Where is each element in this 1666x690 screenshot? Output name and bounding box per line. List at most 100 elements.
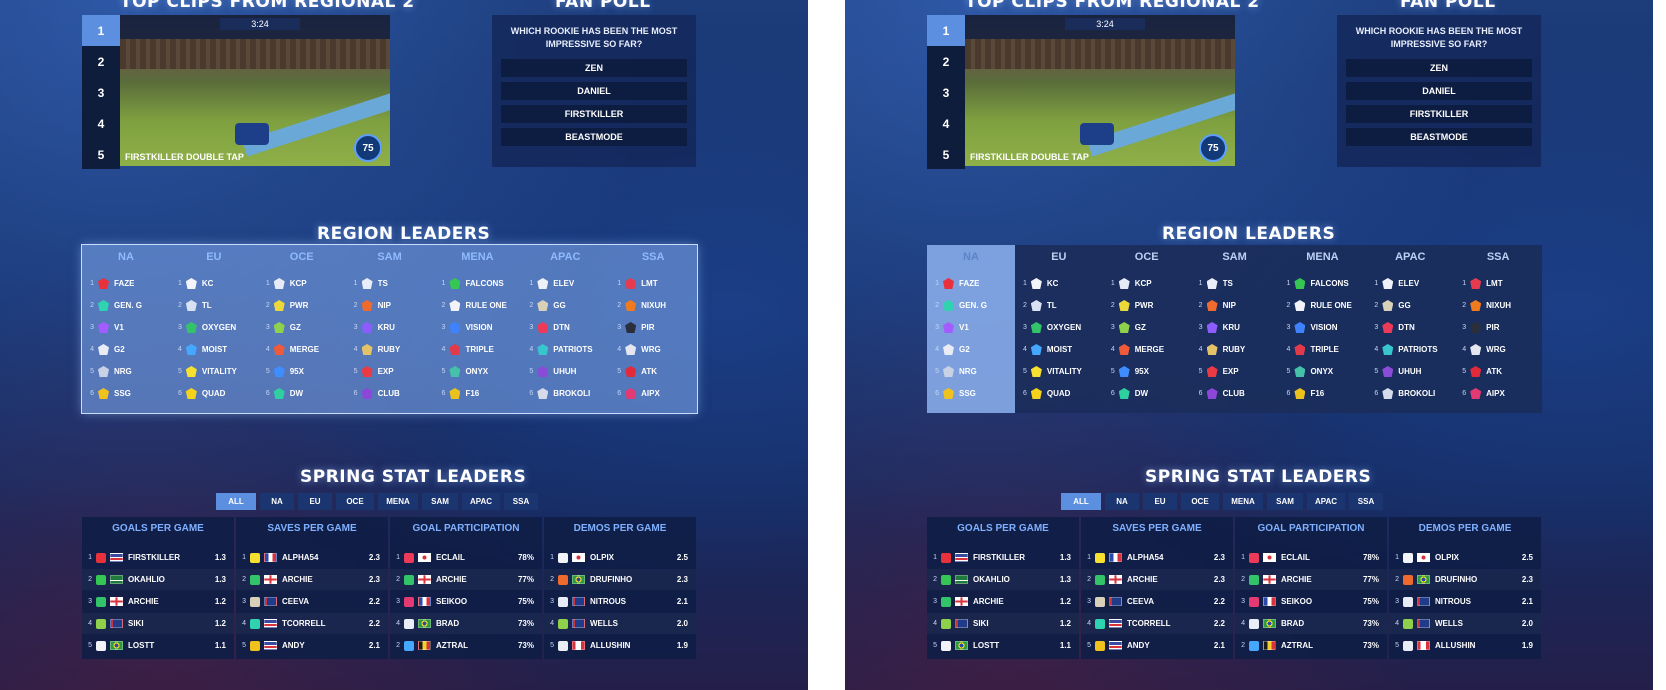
stat-row[interactable]: 2 ARCHIE 77% [390, 569, 542, 590]
filter-oce[interactable]: OCE [336, 493, 374, 510]
team-row[interactable]: 6 DW [258, 383, 346, 404]
stat-row[interactable]: 3 NITROUS 2.1 [1389, 591, 1541, 612]
team-row[interactable]: 4 WRG [609, 339, 697, 360]
team-row[interactable]: 3 OXYGEN [1015, 317, 1103, 338]
clip-item[interactable]: 5 [82, 139, 120, 170]
team-row[interactable]: 4 MOIST [1015, 339, 1103, 360]
stat-row[interactable]: 3 ARCHIE 1.2 [927, 591, 1079, 612]
region-col-apac[interactable]: APAC 1 ELEV 2 GG 3 DTN 4 PATRIOTS 5 UHUH 6 BROKOLI [521, 245, 610, 413]
stat-row[interactable]: 4 BRAD 73% [1235, 613, 1387, 634]
team-row[interactable]: 2 TL [170, 295, 258, 316]
region-header[interactable]: APAC [521, 251, 609, 263]
poll-option[interactable]: BEASTMODE [501, 128, 687, 146]
team-row[interactable]: 2 TL [1015, 295, 1103, 316]
stat-row[interactable]: 3 NITROUS 2.1 [544, 591, 696, 612]
region-header[interactable]: MENA [1278, 251, 1366, 263]
team-row[interactable]: 6 SSG [82, 383, 170, 404]
region-header[interactable]: NA [927, 251, 1015, 263]
team-row[interactable]: 2 GG [1366, 295, 1454, 316]
team-row[interactable]: 2 RULE ONE [1278, 295, 1366, 316]
stat-row[interactable]: 5 ANDY 2.1 [236, 635, 388, 656]
team-row[interactable]: 6 CLUB [346, 383, 434, 404]
team-row[interactable]: 4 WRG [1454, 339, 1542, 360]
region-col-sam[interactable]: SAM 1 TS 2 NIP 3 KRU 4 RUBY 5 EXP 6 CLUB [345, 245, 434, 413]
team-row[interactable]: 2 NIP [346, 295, 434, 316]
team-row[interactable]: 1 TS [346, 273, 434, 294]
stat-row[interactable]: 3 CEEVA 2.2 [236, 591, 388, 612]
stat-row[interactable]: 3 CEEVA 2.2 [1081, 591, 1233, 612]
team-row[interactable]: 4 MERGE [1103, 339, 1191, 360]
team-row[interactable]: 3 DTN [521, 317, 609, 338]
team-row[interactable]: 5 ONYX [1278, 361, 1366, 382]
stat-row[interactable]: 5 ALLUSHIN 1.9 [1389, 635, 1541, 656]
stat-row[interactable]: 4 TCORRELL 2.2 [1081, 613, 1233, 634]
team-row[interactable]: 3 VISION [433, 317, 521, 338]
region-header[interactable]: SAM [1191, 251, 1279, 263]
stat-row[interactable]: 1 OLPIX 2.5 [544, 547, 696, 568]
team-row[interactable]: 2 NIXUH [609, 295, 697, 316]
team-row[interactable]: 2 NIXUH [1454, 295, 1542, 316]
filter-oce[interactable]: OCE [1181, 493, 1219, 510]
stat-row[interactable]: 4 BRAD 73% [390, 613, 542, 634]
region-col-na[interactable]: NA 1 FAZE 2 GEN. G 3 V1 4 G2 5 NRG 6 SSG [82, 245, 170, 413]
team-row[interactable]: 5 ATK [1454, 361, 1542, 382]
team-row[interactable]: 2 GG [521, 295, 609, 316]
region-col-eu[interactable]: EU 1 KC 2 TL 3 OXYGEN 4 MOIST 5 VITALITY 6 QUAD [169, 245, 258, 413]
region-header[interactable]: EU [170, 251, 258, 263]
team-row[interactable]: 4 RUBY [1191, 339, 1279, 360]
team-row[interactable]: 3 PIR [1454, 317, 1542, 338]
region-header[interactable]: OCE [258, 251, 346, 263]
team-row[interactable]: 6 QUAD [170, 383, 258, 404]
team-row[interactable]: 1 FAZE [82, 273, 170, 294]
poll-option[interactable]: DANIEL [501, 82, 687, 100]
filter-all[interactable]: ALL [1061, 493, 1101, 510]
team-row[interactable]: 6 AIPX [1454, 383, 1542, 404]
filter-sam[interactable]: SAM [1267, 493, 1303, 510]
region-col-mena[interactable]: MENA 1 FALCONS 2 RULE ONE 3 VISION 4 TRIPLE 5 ONYX… [433, 245, 522, 413]
team-row[interactable]: 4 TRIPLE [1278, 339, 1366, 360]
team-row[interactable]: 3 V1 [927, 317, 1015, 338]
poll-option[interactable]: DANIEL [1346, 82, 1532, 100]
region-header[interactable]: OCE [1103, 251, 1191, 263]
clip-item[interactable]: 2 [927, 46, 965, 77]
stat-row[interactable]: 2 DRUFINHO 2.3 [1389, 569, 1541, 590]
team-row[interactable]: 1 ELEV [1366, 273, 1454, 294]
stat-row[interactable]: 2 ARCHIE 77% [1235, 569, 1387, 590]
stat-row[interactable]: 2 ARCHIE 2.3 [236, 569, 388, 590]
team-row[interactable]: 5 NRG [82, 361, 170, 382]
team-row[interactable]: 4 RUBY [346, 339, 434, 360]
team-row[interactable]: 5 EXP [346, 361, 434, 382]
filter-apac[interactable]: APAC [462, 493, 500, 510]
team-row[interactable]: 6 F16 [433, 383, 521, 404]
stat-row[interactable]: 4 SIKI 1.2 [927, 613, 1079, 634]
team-row[interactable]: 5 VITALITY [170, 361, 258, 382]
stat-row[interactable]: 2 ARCHIE 2.3 [1081, 569, 1233, 590]
stat-row[interactable]: 3 ARCHIE 1.2 [82, 591, 234, 612]
team-row[interactable]: 1 LMT [1454, 273, 1542, 294]
team-row[interactable]: 3 GZ [1103, 317, 1191, 338]
stat-row[interactable]: 2 AZTRAL 73% [390, 635, 542, 656]
team-row[interactable]: 3 DTN [1366, 317, 1454, 338]
team-row[interactable]: 5 95X [258, 361, 346, 382]
stat-row[interactable]: 1 FIRSTKILLER 1.3 [82, 547, 234, 568]
filter-na[interactable]: NA [260, 493, 294, 510]
team-row[interactable]: 6 BROKOLI [1366, 383, 1454, 404]
region-header[interactable]: APAC [1366, 251, 1454, 263]
region-col-ssa[interactable]: SSA 1 LMT 2 NIXUH 3 PIR 4 WRG 5 ATK 6 AIPX [1454, 245, 1543, 413]
filter-sam[interactable]: SAM [422, 493, 458, 510]
team-row[interactable]: 5 UHUH [1366, 361, 1454, 382]
clip-item[interactable]: 4 [82, 108, 120, 139]
region-col-mena[interactable]: MENA 1 FALCONS 2 RULE ONE 3 VISION 4 TRIPLE 5 ONYX… [1278, 245, 1367, 413]
filter-na[interactable]: NA [1105, 493, 1139, 510]
stat-row[interactable]: 2 DRUFINHO 2.3 [544, 569, 696, 590]
stat-row[interactable]: 5 LOSTT 1.1 [82, 635, 234, 656]
team-row[interactable]: 1 FALCONS [433, 273, 521, 294]
stat-row[interactable]: 1 ALPHA54 2.3 [1081, 547, 1233, 568]
stat-row[interactable]: 2 AZTRAL 73% [1235, 635, 1387, 656]
team-row[interactable]: 5 ATK [609, 361, 697, 382]
team-row[interactable]: 6 CLUB [1191, 383, 1279, 404]
clip-item[interactable]: 2 [82, 46, 120, 77]
stat-row[interactable]: 1 OLPIX 2.5 [1389, 547, 1541, 568]
stat-row[interactable]: 3 SEIKOO 75% [1235, 591, 1387, 612]
clip-video[interactable]: 3:24 FIRSTKILLER DOUBLE TAP 75 [965, 15, 1235, 166]
